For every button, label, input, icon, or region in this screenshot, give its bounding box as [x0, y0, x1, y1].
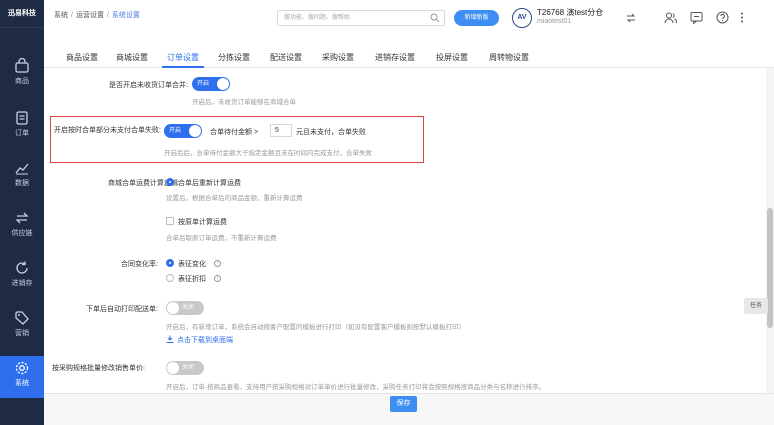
tab-goods-settings[interactable]: 商品设置 — [62, 52, 102, 68]
auto-print-toggle[interactable]: 关闭 — [166, 301, 204, 315]
toggle-text: 关闭 — [182, 305, 195, 311]
download-desktop-link[interactable]: 点击下载到桌面端 — [177, 335, 233, 345]
purchase-price-toggle[interactable]: 关闭 — [166, 361, 204, 375]
purchase-price-label: 按采购规格批量修改销售单价: — [52, 365, 145, 372]
more-vertical-icon[interactable] — [739, 11, 745, 24]
merge-fail-label: 开启按时合单部分未支付合单失败: — [54, 127, 161, 134]
gear-icon — [15, 361, 29, 375]
shipping-fee-option2[interactable]: 按原单计算运费 — [178, 217, 227, 227]
sidebar-item-inventory[interactable]: 进销存 — [0, 260, 44, 300]
discount-option2[interactable]: 表征折扣 — [178, 274, 206, 284]
tab-inventory-settings[interactable]: 进销存设置 — [370, 52, 420, 68]
save-button[interactable]: 保存 — [390, 396, 417, 412]
tab-screen-settings[interactable]: 投屏设置 — [432, 52, 472, 68]
user-name[interactable]: T26768 演test分仓 — [537, 7, 603, 18]
user-group-icon[interactable] — [664, 11, 677, 24]
toggle-text: 关闭 — [182, 365, 195, 371]
sidebar-item-system[interactable]: 系统 — [0, 356, 44, 398]
task-button[interactable]: 任务 — [744, 298, 768, 314]
breadcrumb-item[interactable]: 运营设置 — [76, 12, 104, 19]
tab-order-settings[interactable]: 订单设置 — [162, 52, 204, 68]
purchase-price-hint: 开启后，订单-按商品查看，支持用户按采购规格对订单单价进行批量修改，采购任务打印… — [166, 384, 546, 391]
auto-print-hint: 开启后，有新增订单，系统会自动按客户配置的模板进行打印（如没有配置客户模板则按默… — [166, 324, 465, 331]
avatar[interactable]: AV — [512, 8, 532, 28]
swap-arrows-icon — [15, 212, 29, 224]
merge-orders-label: 是否开启未收货订单合并: — [109, 82, 188, 89]
search-icon[interactable] — [430, 13, 440, 23]
sidebar-item-data[interactable]: 数据 — [0, 160, 44, 200]
auto-print-label: 下单后自动打印配送单: — [86, 306, 158, 313]
help-icon[interactable] — [716, 11, 729, 24]
shipping-fee-hint2: 合单后取原订单运费，不重新计算运费 — [166, 235, 277, 242]
shipping-fee-original-checkbox[interactable] — [166, 217, 174, 225]
footer-bar: 保存 — [44, 393, 774, 425]
tag-icon — [15, 311, 29, 325]
cycle-icon — [16, 261, 28, 274]
merge-fail-toggle[interactable]: 开启 — [164, 124, 202, 138]
help-icon[interactable]: ? — [214, 260, 221, 267]
settings-content: 是否开启未收货订单合并: 开启 开启后，未收货订单能够在商城合单 开启按时合单部… — [44, 68, 766, 393]
tab-mall-settings[interactable]: 商城设置 — [112, 52, 152, 68]
sidebar-item-marketing[interactable]: 营销 — [0, 310, 44, 350]
discount-option1[interactable]: 表征变化 — [178, 259, 206, 269]
user-account: miaotest01 — [537, 18, 572, 25]
message-icon[interactable] — [690, 11, 703, 24]
shipping-fee-option1[interactable]: 合单后重新计算运费 — [178, 178, 241, 188]
sidebar-item-label: 供应链 — [11, 230, 33, 237]
settings-tabs: 商品设置 商城设置 订单设置 分拣设置 配送设置 采购设置 进销存设置 投屏设置… — [44, 50, 774, 68]
tab-sorting-settings[interactable]: 分拣设置 — [214, 52, 254, 68]
merge-fail-condition-text: 元且未支付，合单失败 — [296, 129, 366, 136]
sidebar-item-label: 系统 — [15, 380, 29, 387]
merge-fail-amount-label: 合单待付金额 > — [210, 129, 259, 136]
sidebar-item-goods[interactable]: 商品 — [0, 58, 44, 98]
document-icon — [16, 111, 28, 125]
top-header: 系统/运营设置/系统设置 新增新版 AV T26768 演test分仓 miao… — [44, 0, 774, 50]
scrollbar[interactable] — [766, 68, 774, 393]
merge-orders-toggle[interactable]: 开启 — [192, 77, 230, 91]
tab-purchase-settings[interactable]: 采购设置 — [318, 52, 358, 68]
sidebar-item-label: 订单 — [15, 130, 29, 137]
left-sidebar: 迅易科技 商品 订单 数据 供应链 进销存 营销 系统 — [0, 0, 44, 425]
shipping-fee-recalc-radio[interactable] — [166, 178, 174, 186]
discount-label: 合同变化率: — [121, 261, 158, 268]
sidebar-item-label: 营销 — [15, 330, 29, 337]
breadcrumb: 系统 / 运营设置 / 系统设置 — [54, 12, 140, 19]
search-input[interactable] — [278, 11, 418, 25]
tab-turnover-settings[interactable]: 周转物设置 — [484, 52, 534, 68]
discount-change-radio[interactable] — [166, 259, 174, 267]
merge-orders-hint: 开启后，未收货订单能够在商城合单 — [192, 99, 296, 106]
help-icon[interactable]: ? — [214, 275, 221, 282]
sidebar-item-label: 商品 — [15, 78, 29, 85]
search-box[interactable] — [277, 10, 445, 26]
sidebar-item-supply-chain[interactable]: 供应链 — [0, 210, 44, 250]
discount-rebate-radio[interactable] — [166, 274, 174, 282]
bag-icon — [15, 58, 29, 73]
merge-fail-hint: 开启后后，合单待付金额大于指定金额且未在时间内完成支付，合单失败 — [164, 150, 372, 157]
toggle-text: 开启 — [169, 128, 182, 134]
chart-line-icon — [15, 163, 29, 175]
sidebar-item-label: 数据 — [15, 180, 29, 187]
app-logo: 迅易科技 — [0, 0, 44, 28]
merge-fail-amount-input[interactable]: 5 — [270, 124, 292, 137]
breadcrumb-current: 系统设置 — [111, 12, 140, 19]
toggle-text: 开启 — [197, 81, 210, 87]
new-version-button[interactable]: 新增新版 — [454, 10, 499, 26]
breadcrumb-item[interactable]: 系统 — [54, 12, 68, 19]
shipping-fee-hint1: 设置后，根据合单后的商品金额，重新计算运费 — [166, 195, 303, 202]
switch-icon[interactable] — [626, 13, 636, 23]
download-icon[interactable] — [166, 335, 174, 343]
sidebar-item-label: 进销存 — [11, 280, 33, 287]
sidebar-item-orders[interactable]: 订单 — [0, 110, 44, 150]
tab-delivery-settings[interactable]: 配送设置 — [266, 52, 306, 68]
shipping-fee-label: 商城合单运费计算逻辑: — [108, 180, 180, 187]
